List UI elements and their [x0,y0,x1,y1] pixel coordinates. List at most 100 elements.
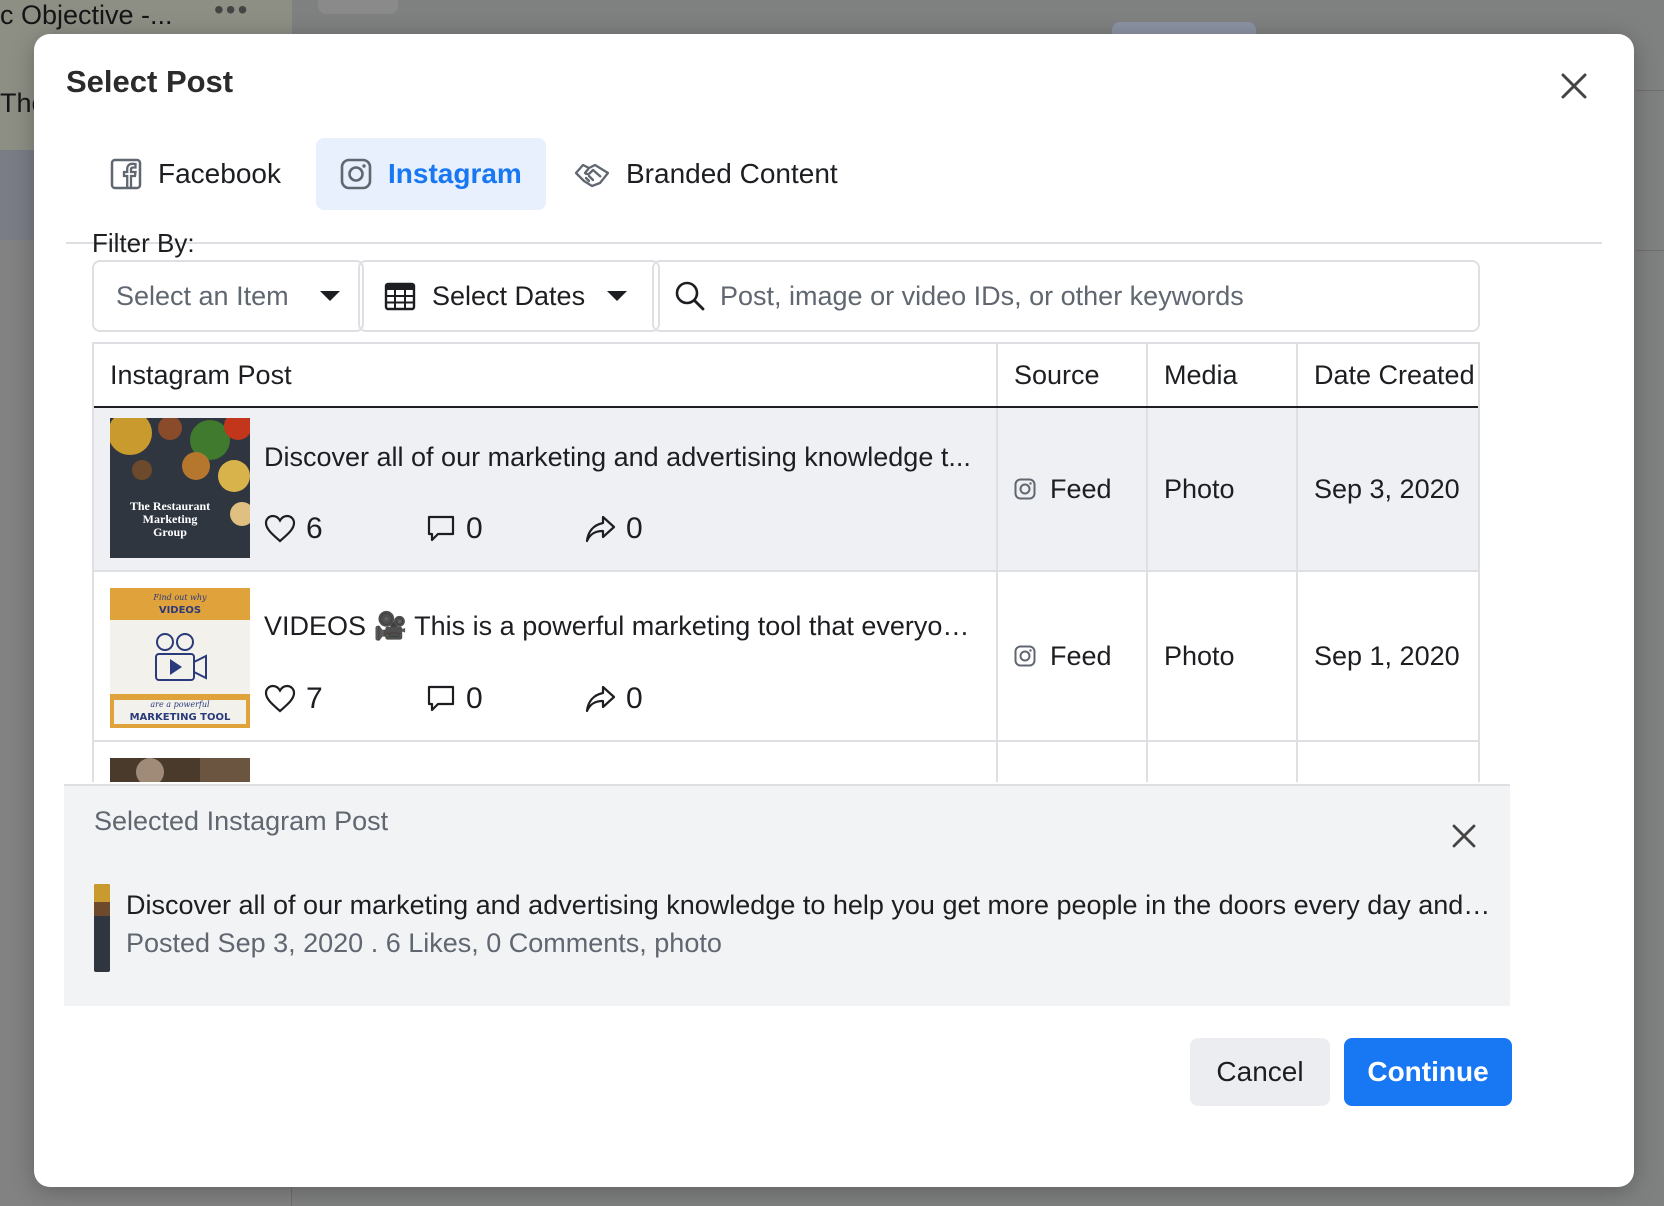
source-cell: Feed [998,572,1148,740]
tab-label: Branded Content [626,158,838,189]
shares-stat: 0 [584,512,754,546]
tab-label: Instagram [388,158,522,189]
column-header-date: Date Created [1314,359,1475,390]
tab-branded-content[interactable]: Branded Content [550,138,862,210]
post-thumbnail-image: Find out why VIDEOS are a powerful MARKE… [110,588,250,728]
close-dialog-button[interactable] [1554,66,1594,106]
chevron-down-icon [320,291,340,301]
search-field [652,260,1480,332]
shares-stat: 0 [584,682,754,716]
selected-post-thumbnail-image [94,884,110,972]
post-cell: Find out why VIDEOS are a powerful MARKE… [94,572,998,740]
handshake-icon [574,163,610,188]
comment-icon [427,685,455,712]
column-header-source: Source [998,344,1148,406]
source-value: Feed [1050,473,1112,504]
likes-stat: 7 [264,682,434,716]
thumb-script-top: Find out why [152,593,207,602]
post-caption: Discover all of our marketing and advert… [264,442,971,472]
post-stats: 6 0 0 [264,512,754,546]
date-select-dropdown[interactable]: Select Dates [358,260,660,332]
post-thumbnail: Find out why VIDEOS are a powerful MARKE… [110,588,250,728]
date-select-value: Select Dates [432,280,586,311]
post-thumbnail-image: The Restaurant Marketing Group [110,418,250,558]
shares-count: 0 [626,512,643,545]
search-input[interactable] [720,280,1458,312]
posts-table: Instagram Post Source Media Date Created [92,342,1480,782]
likes-count: 6 [306,512,323,545]
instagram-icon [340,158,372,190]
selected-post-panel: Selected Instagram Post Discover all of … [64,784,1510,1006]
post-stats: 7 0 0 [264,682,754,716]
post-thumbnail-image [110,758,250,782]
media-cell [1148,742,1298,782]
dialog-title: Select Post [66,64,234,99]
heart-icon [264,684,296,713]
selected-post-title: Selected Instagram Post [94,806,389,836]
tab-label: Facebook [158,158,281,189]
thumb-heading-top: VIDEOS [159,605,201,616]
comment-icon [427,515,455,542]
thumb-heading-bottom: MARKETING TOOL [130,712,231,723]
source-value: Feed [1050,640,1112,671]
date-cell: Sep 1, 2020 [1314,640,1460,671]
table-row[interactable]: The Restaurant Marketing Group Discover … [94,408,1478,572]
search-icon [675,281,705,311]
cancel-button[interactable]: Cancel [1190,1038,1330,1106]
source-cell: Feed [998,408,1148,570]
table-header: Instagram Post Source Media Date Created [94,344,1478,408]
likes-stat: 6 [264,512,434,546]
clear-selection-button[interactable] [1444,816,1484,856]
calendar-icon [384,282,416,311]
background-divider [1636,90,1664,91]
likes-count: 7 [306,682,323,715]
item-select-dropdown[interactable]: Select an Item [92,260,364,332]
svg-text:Marketing: Marketing [143,512,198,526]
item-select-value: Select an Item [116,280,289,311]
thumb-script-bottom: are a powerful [150,700,210,709]
tab-facebook[interactable]: Facebook [86,138,305,210]
close-icon [1561,73,1587,99]
post-cell: The Restaurant Marketing Group Discover … [94,408,998,570]
continue-button[interactable]: Continue [1344,1038,1512,1106]
media-cell: Photo [1148,572,1298,740]
post-cell [94,742,998,782]
selected-post-meta: Posted Sep 3, 2020 . 6 Likes, 0 Comments… [126,928,722,958]
date-cell [1298,742,1478,782]
comments-stat: 0 [426,682,596,716]
column-header-post: Instagram Post [94,344,998,406]
post-source-tabs: Facebook Instagram Branded Content [66,138,1602,244]
date-cell: Sep 3, 2020 [1314,473,1460,504]
filter-label: Filter By: [92,228,195,258]
close-icon [1452,824,1476,848]
source-cell [998,742,1148,782]
instagram-icon [1014,645,1036,667]
share-icon [585,515,616,543]
comments-count: 0 [466,682,483,715]
table-row[interactable]: Find out why VIDEOS are a powerful MARKE… [94,572,1478,742]
selected-post-thumbnail [94,884,110,972]
comments-count: 0 [466,512,483,545]
background-divider [1636,250,1664,251]
shares-count: 0 [626,682,643,715]
select-post-dialog: Select Post Facebook Instagram Branded C… [34,34,1634,1187]
svg-text:The Restaurant: The Restaurant [130,499,210,513]
selected-post-caption: Discover all of our marketing and advert… [126,890,1496,920]
post-caption: VIDEOS 🎥 This is a powerful marketing to… [264,611,984,641]
tab-instagram[interactable]: Instagram [316,138,546,210]
post-thumbnail [110,758,250,782]
facebook-icon [110,158,142,190]
table-row[interactable] [94,742,1478,782]
comments-stat: 0 [426,512,596,546]
svg-text:Group: Group [153,525,187,539]
instagram-icon [1014,478,1036,500]
post-thumbnail: The Restaurant Marketing Group [110,418,250,558]
background-more-icon: ••• [214,0,250,25]
chevron-down-icon [607,291,628,301]
background-campaign-title: c Objective -... [0,0,173,30]
media-cell: Photo [1148,408,1298,570]
background-chip [318,0,398,14]
column-header-media: Media [1148,344,1298,406]
share-icon [585,685,616,713]
heart-icon [264,514,296,543]
